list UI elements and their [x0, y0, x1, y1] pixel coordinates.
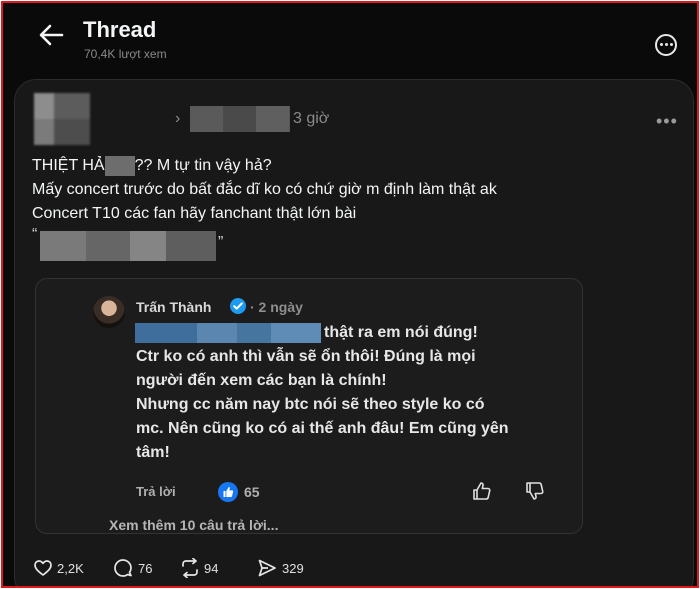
reply-line: tâm! [136, 444, 170, 461]
share-button[interactable]: 329 [257, 557, 317, 579]
blurred-word [104, 155, 135, 176]
like-button[interactable]: 2,2K [33, 557, 93, 579]
blurred-avatar[interactable] [34, 93, 90, 145]
quote-open: “ [32, 226, 38, 243]
post-line: Concert T10 các fan hãy fanchant thật lớ… [32, 205, 357, 222]
comment-icon [114, 559, 132, 577]
reply-line: Nhưng cc năm nay btc nói sẽ theo style k… [136, 396, 485, 413]
blurred-quote: “ ” [32, 226, 228, 262]
repost-button[interactable]: 94 [179, 557, 233, 579]
post-line: Mấy concert trước do bất đắc dĩ ko có ch… [32, 181, 497, 198]
comment-count: 76 [138, 561, 153, 576]
page-title: Thread [83, 17, 157, 42]
post-body: THIỆT HẢ ?? M tự tin vậy hả? Mấy concert … [32, 154, 497, 226]
post-card: › 3 giờ ••• THIỆT HẢ ?? M tự tin vậy hả? … [14, 79, 694, 586]
heart-icon [34, 560, 52, 576]
post-timestamp: 3 giờ [293, 110, 330, 127]
verified-badge-icon [230, 298, 246, 314]
quote-close: ” [218, 234, 224, 251]
share-count: 329 [282, 561, 304, 576]
post-line: THIỆT HẢ ?? M tự tin vậy hả? [32, 154, 497, 178]
blurred-username[interactable] [190, 106, 290, 132]
comment-button[interactable]: 76 [113, 557, 163, 579]
avatar[interactable] [93, 296, 125, 328]
see-more-replies-link[interactable]: Xem thêm 10 câu trả lời... [109, 517, 278, 533]
reply-card[interactable]: Trấn Thành · 2 ngày thật ra em nói đúng!… [35, 278, 583, 534]
ellipsis-icon[interactable]: ••• [656, 111, 678, 132]
back-arrow-icon[interactable] [37, 21, 65, 49]
reply-body: thật ra em nói đúng! Ctr ko có anh thì v… [136, 321, 566, 465]
app-frame: Thread 70,4K lượt xem › 3 giờ ••• THIỆT … [1, 1, 699, 588]
more-circle-icon[interactable] [655, 34, 677, 56]
view-count: 70,4K lượt xem [84, 47, 167, 61]
header: Thread 70,4K lượt xem [3, 3, 697, 73]
thumbs-down-icon[interactable] [524, 480, 546, 502]
reply-button[interactable]: Trả lời [136, 484, 176, 499]
reply-line: Ctr ko có anh thì vẫn sẽ ổn thôi! Đúng l… [136, 348, 476, 365]
reply-line: người đến xem các bạn là chính! [136, 372, 387, 389]
reply-timestamp: · 2 ngày [250, 299, 303, 315]
post-line-end: ?? M tự tin vậy hả? [134, 157, 272, 174]
reply-like-count: 65 [244, 484, 260, 500]
chevron-right-icon: › [175, 110, 181, 127]
like-count: 2,2K [57, 561, 84, 576]
thumbs-up-icon[interactable] [471, 480, 493, 502]
repost-icon [182, 558, 198, 578]
share-icon [258, 559, 276, 577]
reply-line: thật ra em nói đúng! [324, 324, 478, 341]
repost-count: 94 [204, 561, 219, 576]
reply-author[interactable]: Trấn Thành [136, 299, 211, 315]
like-badge-icon [218, 482, 238, 502]
post-line-start: THIỆT HẢ [32, 157, 105, 174]
reply-line: mc. Nên cũng ko có ai thế anh đâu! Em cũ… [136, 420, 509, 437]
